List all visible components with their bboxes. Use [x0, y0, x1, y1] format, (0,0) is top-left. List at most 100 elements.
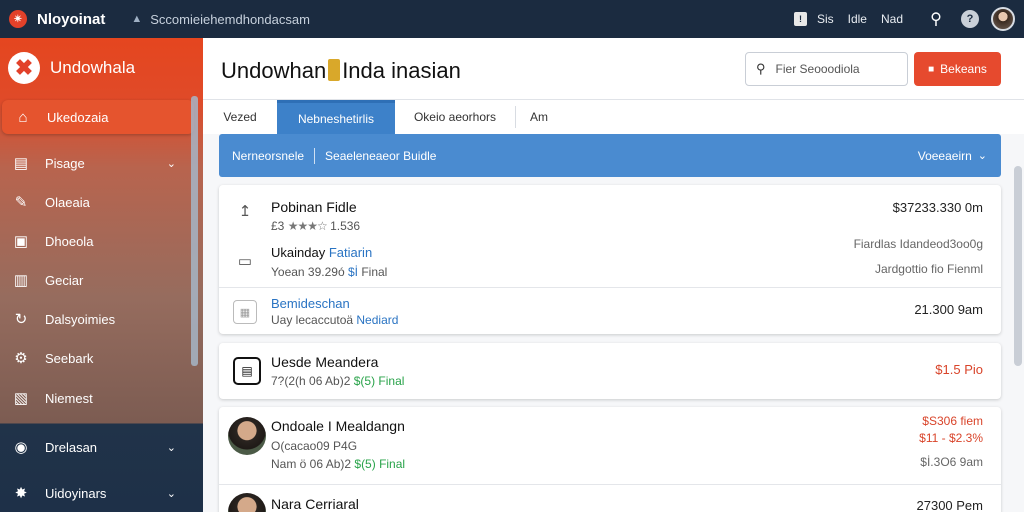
item-meta-line: Nam ö 06 Ab)2 $(5) Final [271, 457, 405, 471]
app-logo-icon[interactable]: ✴ [9, 10, 27, 28]
alert-badge-icon[interactable]: ! [793, 12, 807, 26]
results-card-1: ↥ Pobinan Fidle £3 ★★★☆ 1.536 $37233.330… [219, 185, 1001, 334]
item-meta: Uay lecaccutoä Nediard [271, 313, 398, 327]
refresh-icon: ↻ [14, 311, 28, 328]
list-item[interactable]: ▤ Uesde Meandera 7?(2(h 06 Ab)2 $(5) Fin… [219, 343, 1001, 399]
item-meta-price: $İ [347, 265, 358, 279]
layers-icon: ▤ [13, 155, 29, 172]
list-item[interactable]: ↥ Pobinan Fidle £3 ★★★☆ 1.536 $37233.330… [219, 185, 1001, 237]
filter-dropdown[interactable]: Voeeaeirn ⌄ [918, 134, 987, 177]
page-title-right: Inda inasian [342, 58, 461, 83]
page-title-left: Undowhan [221, 58, 327, 83]
chevron-down-icon[interactable]: ⌄ [167, 487, 176, 500]
item-title: Pobinan Fidle [271, 199, 357, 215]
sidebar-item-0[interactable]: ⌂ Ukedozaia [2, 100, 194, 134]
upload-icon: ↥ [238, 203, 252, 220]
item-title-main: Ukainday [271, 245, 326, 260]
sidebar-item-label: Ukedozaia [47, 109, 109, 125]
item-title[interactable]: Bemideschan [271, 296, 350, 311]
item-value-top: $S306 fiem [922, 414, 983, 428]
globe-icon: ◉ [14, 439, 28, 456]
main-content: Undowhan Inda inasian ⚲ ■ Bekeans Vezed N… [203, 38, 1024, 512]
sidebar-item-2[interactable]: ✎ Olaeaia [0, 185, 200, 219]
list-item[interactable]: ▦ Bemideschan Uay lecaccutoä Nediard 21.… [219, 288, 1001, 334]
user-avatar[interactable] [991, 7, 1015, 31]
filter-input[interactable] [775, 62, 896, 76]
item-meta-suffix: 1.536 [330, 219, 361, 233]
sidebar-item-9[interactable]: ✸ Uidoyinars ⌄ [0, 476, 200, 510]
wallet-icon: ▤ [233, 357, 261, 385]
settings-icon: ⚙ [14, 350, 28, 367]
briefcase-icon: ▣ [13, 233, 29, 250]
item-meta: £3 ★★★☆ 1.536 [271, 219, 360, 233]
item-title: Uesde Meandera [271, 354, 379, 370]
sidebar-item-label: Seebark [45, 350, 94, 366]
bookmark-icon[interactable] [328, 59, 341, 81]
sidebar-title: Undowhala [50, 58, 136, 77]
tab-1[interactable]: Nebneshetirlis [277, 100, 395, 134]
primary-action-button[interactable]: ■ Bekeans [914, 52, 1001, 86]
sidebar-item-5[interactable]: ↻ Dalsyoimies [0, 302, 200, 336]
tab-3[interactable]: Am [516, 100, 562, 134]
item-meta-prefix: 7?(2(h 06 Ab)2 [271, 374, 354, 388]
app-name[interactable]: Nloyoinat [37, 11, 105, 28]
list-item[interactable]: ▭ Ukainday Fatiarin Yoean 39.29ó $İ Fina… [219, 237, 1001, 287]
sidebar-item-8[interactable]: ◉ Drelasan ⌄ [0, 430, 200, 464]
sidebar-item-7[interactable]: ▧ Niemest [0, 381, 200, 415]
item-meta-prefix: Uay lecaccutoä [271, 313, 357, 327]
list-item[interactable]: Nara Cerriaral 27300 Pem [219, 485, 1001, 512]
sidebar-item-label: Uidoyinars [45, 485, 107, 501]
page-header: Undowhan Inda inasian ⚲ ■ Bekeans [203, 38, 1024, 100]
filter-dropdown-label: Voeeaeirn [917, 148, 972, 163]
primary-action-label: Bekeans [940, 62, 987, 76]
sidebar: ✖ Undowhala ⌂ Ukedozaia ▤ Pisage ⌄ ✎ Ola… [0, 38, 203, 512]
contact-avatar[interactable] [228, 493, 266, 512]
filter-bar: Nerneorsnele Seaeleneaeor Buidle Voeeaei… [219, 134, 1001, 177]
filter-search-field[interactable]: ⚲ [745, 52, 908, 86]
item-meta-link[interactable]: Nediard [356, 313, 398, 327]
item-title: Ukainday Fatiarin [271, 245, 372, 260]
inbox-icon: ▧ [13, 390, 29, 407]
item-meta-line-prefix: Nam ö 06 Ab)2 [271, 457, 355, 471]
contact-avatar[interactable] [228, 417, 266, 455]
filter-chip-mid[interactable]: Seaeleneaeor Buidle [325, 149, 436, 163]
chevron-down-icon[interactable]: ⌄ [167, 441, 176, 454]
address-text[interactable]: Sccomieiehemdhondacsam [150, 12, 310, 27]
tab-2[interactable]: Okeio aeorhors [395, 100, 515, 134]
item-title: Nara Cerriaral [271, 496, 359, 512]
sidebar-item-4[interactable]: ▥ Geciar [0, 263, 200, 297]
sidebar-item-label: Olaeaia [45, 194, 90, 210]
sidebar-item-3[interactable]: ▣ Dhoeola [0, 224, 200, 258]
sidebar-item-6[interactable]: ⚙ Seebark [0, 341, 200, 375]
lock-icon: ▲ [131, 13, 143, 25]
brand-logo-icon[interactable]: ✖ [8, 52, 40, 84]
topbar-link-2[interactable]: Idle [848, 12, 867, 26]
sidebar-item-label: Dalsyoimies [45, 311, 116, 327]
top-bar: ✴ Nloyoinat ▲ Sccomieiehemdhondacsam ! S… [0, 0, 1024, 38]
item-value: 21.300 9am [914, 302, 983, 317]
page-title: Undowhan Inda inasian [221, 58, 461, 84]
item-meta-tag: P4G [329, 439, 358, 453]
sidebar-item-label: Pisage [45, 155, 85, 171]
item-meta: 7?(2(h 06 Ab)2 $(5) Final [271, 374, 404, 388]
item-value: 27300 Pem [916, 498, 984, 512]
item-meta: Yoean 39.29ó $İ Final [271, 265, 387, 279]
sidebar-item-1[interactable]: ▤ Pisage ⌄ [0, 146, 200, 180]
content-scrollbar[interactable] [1014, 166, 1022, 366]
topbar-link-3[interactable]: Nad [881, 12, 903, 26]
list-item[interactable]: Ondoale I Mealdangn O(cacao09 P4G Nam ö … [219, 407, 1001, 483]
item-meta-price: $(5) Final [354, 457, 406, 471]
item-title: Ondoale I Mealdangn [271, 418, 405, 434]
results-card-3: Ondoale I Mealdangn O(cacao09 P4G Nam ö … [219, 407, 1001, 512]
item-title-link[interactable]: Fatiarin [329, 245, 372, 260]
help-icon[interactable]: ? [961, 10, 979, 28]
search-icon[interactable]: ⚲ [925, 9, 947, 29]
chevron-down-icon[interactable]: ⌄ [167, 157, 176, 170]
tab-0[interactable]: Vezed [203, 100, 277, 134]
sidebar-item-label: Dhoeola [45, 233, 94, 249]
filter-chip-left[interactable]: Nerneorsnele [232, 149, 304, 163]
topbar-link-1[interactable]: Sis [817, 12, 834, 26]
search-icon: ⚲ [756, 61, 766, 76]
sidebar-scrollbar[interactable] [191, 96, 198, 366]
item-value-bottom: Jardgottio fio Fienml [874, 262, 983, 276]
